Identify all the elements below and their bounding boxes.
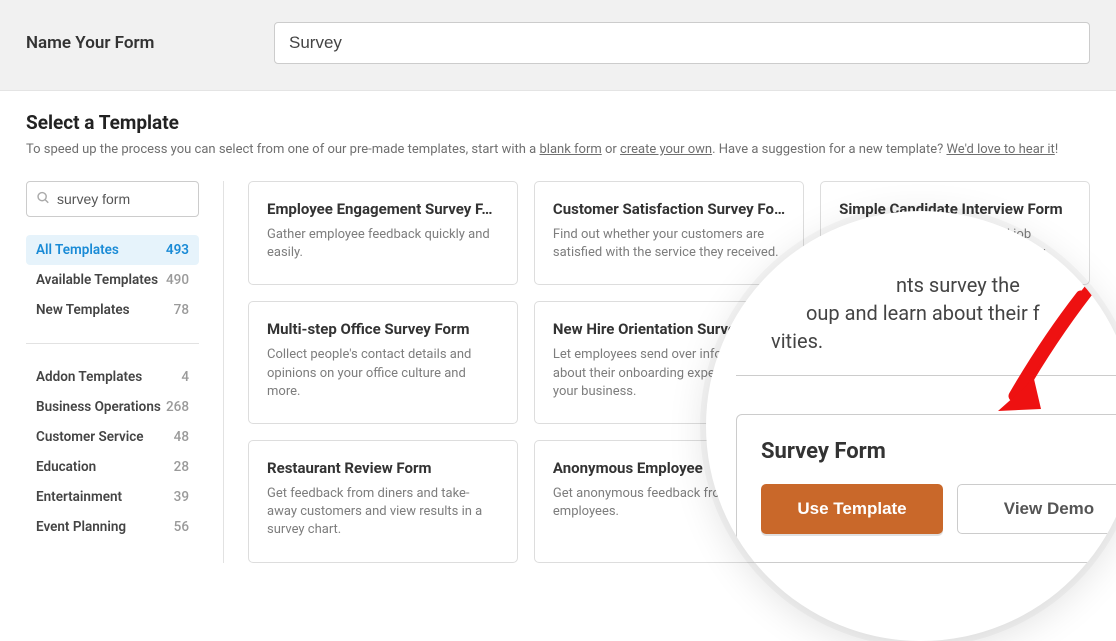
category-count: 56 [174,519,189,535]
category-label: Customer Service [36,429,144,445]
sidebar-category-item[interactable]: Addon Templates 4 [26,362,199,392]
category-list-primary: All Templates 493 Available Templates 490 Ne… [26,235,199,325]
sidebar-category-item[interactable]: Customer Service 48 [26,422,199,452]
select-template-title: Select a Template [26,111,1090,134]
template-card-title: Restaurant Review Form [267,459,499,477]
sidebar-category-item[interactable]: Event Planning 56 [26,512,199,542]
category-label: Education [36,459,96,475]
template-card-title: Employee Engagement Survey F… [267,200,499,218]
template-card-description: Gather employee feedback quickly and eas… [267,226,499,262]
category-count: 493 [166,242,189,258]
blank-form-link[interactable]: blank form [539,142,601,157]
zoom-card-title: Survey Form [761,439,1116,464]
sidebar-category-item[interactable]: All Templates 493 [26,235,199,265]
sidebar-category-item[interactable]: Business Operations 268 [26,392,199,422]
select-template-subtitle: To speed up the process you can select f… [26,142,1090,157]
category-label: Addon Templates [36,369,142,385]
template-card-description: Find out whether your customers are sati… [553,226,785,262]
sidebar-category-item[interactable]: Education 28 [26,452,199,482]
template-card[interactable]: Restaurant Review Form Get feedback from … [248,440,518,563]
category-label: All Templates [36,242,119,258]
category-label: New Templates [36,302,130,318]
sidebar-category-item[interactable]: Available Templates 490 [26,265,199,295]
search-icon [36,190,50,209]
zoom-snippet: nts survey the oup and learn about their… [706,271,1116,355]
sidebar-category-item[interactable]: Entertainment 39 [26,482,199,512]
category-count: 268 [166,399,189,415]
template-card[interactable]: Employee Engagement Survey F… Gather empl… [248,181,518,285]
category-count: 39 [174,489,189,505]
form-name-input[interactable] [274,22,1090,64]
category-count: 48 [174,429,189,445]
name-form-bar: Name Your Form [0,0,1116,91]
view-demo-button[interactable]: View Demo [957,484,1116,534]
sidebar-category-item[interactable]: New Templates 78 [26,295,199,325]
template-card[interactable]: Multi-step Office Survey Form Collect peo… [248,301,518,424]
template-card[interactable]: Customer Satisfaction Survey Fo… Find out… [534,181,804,285]
zoom-template-card: Survey Form Use Template View Demo [736,414,1116,563]
template-card-description: Get feedback from diners and take-away c… [267,485,499,540]
sidebar-divider [26,343,199,344]
template-card-title: Multi-step Office Survey Form [267,320,499,338]
category-label: Available Templates [36,272,158,288]
search-wrapper [26,181,199,217]
zoom-callout: nts survey the oup and learn about their… [706,211,1116,641]
template-search-input[interactable] [26,181,199,217]
sidebar: All Templates 493 Available Templates 490 Ne… [26,181,224,563]
category-count: 78 [174,302,189,318]
suggestion-link[interactable]: We'd love to hear it [946,142,1054,157]
category-count: 28 [174,459,189,475]
category-label: Business Operations [36,399,161,415]
template-card-title: Customer Satisfaction Survey Fo… [553,200,785,218]
category-list-secondary: Addon Templates 4 Business Operations 268 Cu… [26,362,199,542]
name-form-label: Name Your Form [26,33,274,53]
zoom-divider [736,375,1116,376]
create-your-own-link[interactable]: create your own [620,142,712,157]
select-template-section: Select a Template To speed up the proces… [0,91,1116,163]
category-label: Entertainment [36,489,122,505]
template-card-description: Collect people's contact details and opi… [267,346,499,401]
category-count: 490 [166,272,189,288]
category-count: 4 [181,369,189,385]
category-label: Event Planning [36,519,126,535]
use-template-button[interactable]: Use Template [761,484,943,534]
